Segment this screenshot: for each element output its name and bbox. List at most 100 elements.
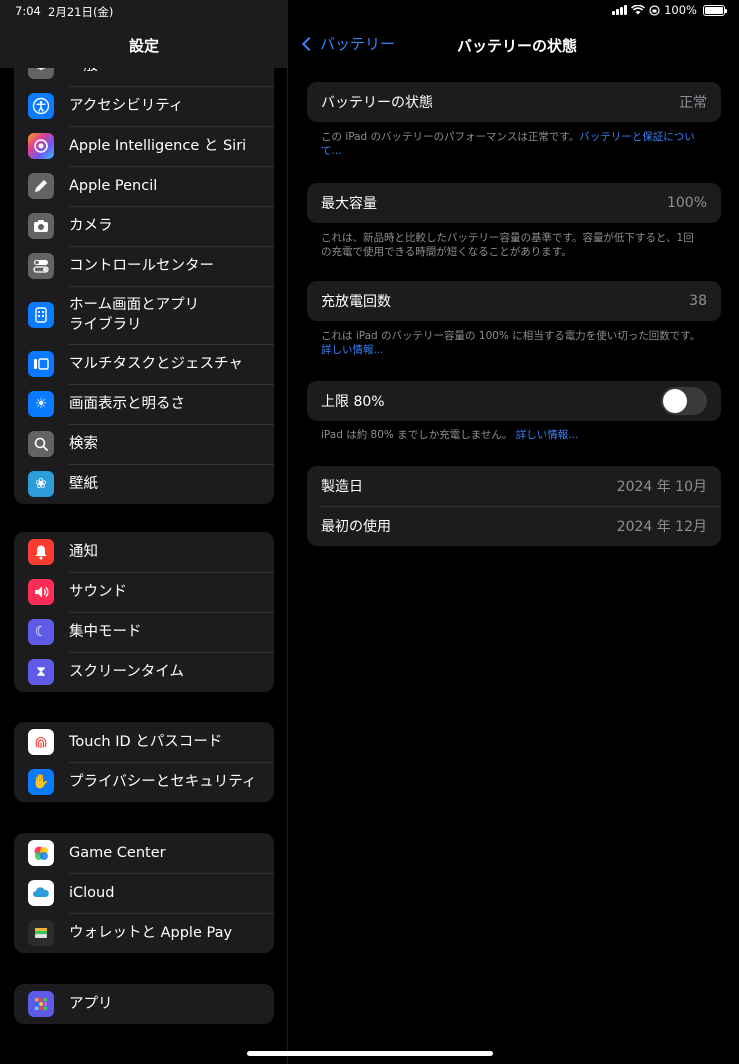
back-button[interactable]: バッテリー bbox=[300, 33, 395, 54]
sidebar-title: 設定 bbox=[128, 37, 159, 55]
pencil-icon bbox=[28, 173, 54, 199]
charge-limit-note: iPad は約 80% までしか充電しません。 詳しい情報... bbox=[321, 428, 701, 442]
sidebar-item-label: Game Center bbox=[69, 845, 166, 861]
sidebar-item-apps[interactable]: アプリ bbox=[14, 984, 274, 1024]
battery-health-value: 正常 bbox=[679, 95, 707, 111]
sidebar-item-focus[interactable]: ☾ 集中モード bbox=[14, 612, 274, 652]
battery-percent: 100% bbox=[664, 3, 697, 17]
battery-icon bbox=[703, 4, 727, 16]
status-bar: 7:04 2月21日(金) 100% bbox=[0, 0, 739, 22]
manufacture-date-label: 製造日 bbox=[321, 479, 363, 495]
sidebar-item-label: アプリ bbox=[69, 996, 113, 1012]
sidebar-item-label: ホーム画面とアプリライブラリ bbox=[69, 297, 200, 333]
max-capacity-note: これは、新品時と比較したバッテリー容量の基準です。容量が低下すると、1回の充電で… bbox=[321, 232, 694, 258]
sidebar-item-label: iCloud bbox=[69, 885, 115, 901]
sidebar-item-label: 検索 bbox=[69, 436, 98, 452]
sidebar-item-label: スクリーンタイム bbox=[69, 664, 184, 680]
sidebar-item-notifications[interactable]: 通知 bbox=[14, 532, 274, 572]
sidebar-item-label: アクセシビリティ bbox=[69, 98, 184, 114]
manufacture-date-value: 2024 年 10月 bbox=[616, 479, 707, 495]
sidebar-item-display[interactable]: ☀ 画面表示と明るさ bbox=[14, 384, 274, 424]
charge-limit-note-text: iPad は約 80% までしか充電しません。 bbox=[321, 429, 513, 441]
cloud-icon bbox=[28, 880, 54, 906]
bell-icon bbox=[28, 539, 54, 565]
battery-health-card: バッテリーの状態 正常 bbox=[307, 82, 721, 122]
sidebar-item-game-center[interactable]: Game Center bbox=[14, 833, 274, 873]
first-use-label: 最初の使用 bbox=[321, 519, 391, 535]
page-title: バッテリーの状態 bbox=[457, 37, 578, 55]
sidebar-item-label: カメラ bbox=[69, 218, 113, 234]
charge-limit-card: 上限 80% bbox=[307, 381, 721, 421]
wifi-icon bbox=[631, 5, 646, 15]
max-capacity-label: 最大容量 bbox=[321, 196, 377, 212]
sidebar-item-siri[interactable]: Apple Intelligence と Siri bbox=[14, 126, 274, 166]
home-indicator[interactable] bbox=[247, 1051, 493, 1056]
sidebar-item-label: マルチタスクとジェスチャ bbox=[69, 356, 243, 372]
sidebar-item-label: ウォレットと Apple Pay bbox=[69, 925, 233, 941]
cycle-more-info-link[interactable]: 詳しい情報... bbox=[321, 344, 384, 356]
battery-health-note-text: この iPad のバッテリーのパフォーマンスは正常です。 bbox=[321, 131, 580, 143]
chevron-left-icon bbox=[301, 36, 317, 51]
sidebar-item-label: 壁紙 bbox=[69, 476, 98, 492]
max-capacity-value: 100% bbox=[666, 195, 707, 211]
settings-group-apps: アプリ bbox=[14, 984, 274, 1024]
sidebar-item-touch-id[interactable]: Touch ID とパスコード bbox=[14, 722, 274, 762]
sidebar-item-search[interactable]: 検索 bbox=[14, 424, 274, 464]
sidebar-item-wallet[interactable]: ウォレットと Apple Pay bbox=[14, 913, 274, 953]
sidebar-item-label: プライバシーとセキュリティ bbox=[69, 774, 257, 790]
sidebar-item-camera[interactable]: カメラ bbox=[14, 206, 274, 246]
siri-icon bbox=[28, 133, 54, 159]
sidebar-item-multitasking[interactable]: マルチタスクとジェスチャ bbox=[14, 344, 274, 384]
cycle-count-value: 38 bbox=[689, 293, 707, 309]
cellular-signal-icon bbox=[612, 5, 628, 15]
max-capacity-row: 最大容量 100% bbox=[307, 183, 721, 223]
settings-group-general: ⚙ 一般 アクセシビリティ Apple Intelligence と Siri … bbox=[14, 46, 274, 504]
first-use-value: 2024 年 12月 bbox=[616, 519, 707, 535]
brightness-icon: ☀ bbox=[28, 391, 54, 417]
cycle-count-card: 充放電回数 38 bbox=[307, 281, 721, 321]
back-button-label: バッテリー bbox=[320, 35, 396, 53]
sidebar-item-home-screen[interactable]: ホーム画面とアプリライブラリ bbox=[14, 286, 274, 344]
sidebar-item-label: 画面表示と明るさ bbox=[69, 396, 185, 412]
control-center-icon bbox=[28, 253, 54, 279]
settings-group-notifications: 通知 サウンド ☾ 集中モード ⧗ スクリーンタイム bbox=[14, 532, 274, 692]
sidebar-item-label: サウンド bbox=[69, 584, 127, 600]
sidebar-item-label: 通知 bbox=[69, 544, 98, 560]
apps-icon bbox=[28, 991, 54, 1017]
camera-icon bbox=[28, 213, 54, 239]
sidebar-item-privacy[interactable]: ✋ プライバシーとセキュリティ bbox=[14, 762, 274, 802]
sidebar-item-label: Touch ID とパスコード bbox=[69, 734, 223, 750]
moon-icon: ☾ bbox=[28, 619, 54, 645]
sidebar-item-label: Apple Intelligence と Siri bbox=[69, 138, 247, 154]
fingerprint-icon bbox=[28, 729, 54, 755]
status-right: 100% bbox=[612, 3, 727, 17]
battery-health-row: バッテリーの状態 正常 bbox=[307, 82, 721, 122]
home-screen-icon bbox=[28, 302, 54, 328]
limit-more-info-link[interactable]: 詳しい情報... bbox=[516, 429, 579, 441]
cycle-count-row: 充放電回数 38 bbox=[307, 281, 721, 321]
status-date: 2月21日(金) bbox=[48, 5, 114, 19]
sidebar-item-apple-pencil[interactable]: Apple Pencil bbox=[14, 166, 274, 206]
max-capacity-card: 最大容量 100% bbox=[307, 183, 721, 223]
multitask-icon bbox=[28, 351, 54, 377]
charge-limit-label: 上限 80% bbox=[321, 394, 385, 410]
dates-card: 製造日 2024 年 10月 最初の使用 2024 年 12月 bbox=[307, 466, 721, 546]
charge-limit-toggle[interactable] bbox=[661, 387, 707, 415]
sidebar-item-icloud[interactable]: iCloud bbox=[14, 873, 274, 913]
settings-group-security: Touch ID とパスコード ✋ プライバシーとセキュリティ bbox=[14, 722, 274, 802]
sidebar-item-wallpaper[interactable]: ❀ 壁紙 bbox=[14, 464, 274, 504]
sidebar-item-screen-time[interactable]: ⧗ スクリーンタイム bbox=[14, 652, 274, 692]
search-icon bbox=[28, 431, 54, 457]
manufacture-date-row: 製造日 2024 年 10月 bbox=[307, 466, 721, 506]
sidebar-item-control-center[interactable]: コントロールセンター bbox=[14, 246, 274, 286]
sidebar: 設定 ⚙ 一般 アクセシビリティ Apple Intelligence と Si… bbox=[0, 0, 288, 1064]
orientation-lock-icon bbox=[649, 4, 660, 16]
first-use-row: 最初の使用 2024 年 12月 bbox=[307, 506, 721, 546]
sidebar-item-accessibility[interactable]: アクセシビリティ bbox=[14, 86, 274, 126]
game-center-icon bbox=[28, 840, 54, 866]
charge-limit-row: 上限 80% bbox=[307, 381, 721, 421]
cycle-count-label: 充放電回数 bbox=[321, 294, 391, 310]
sidebar-item-sound[interactable]: サウンド bbox=[14, 572, 274, 612]
cycle-count-note: これは iPad のバッテリー容量の 100% に相当する電力を使い切った回数で… bbox=[321, 329, 701, 357]
status-time: 7:04 bbox=[15, 4, 41, 18]
